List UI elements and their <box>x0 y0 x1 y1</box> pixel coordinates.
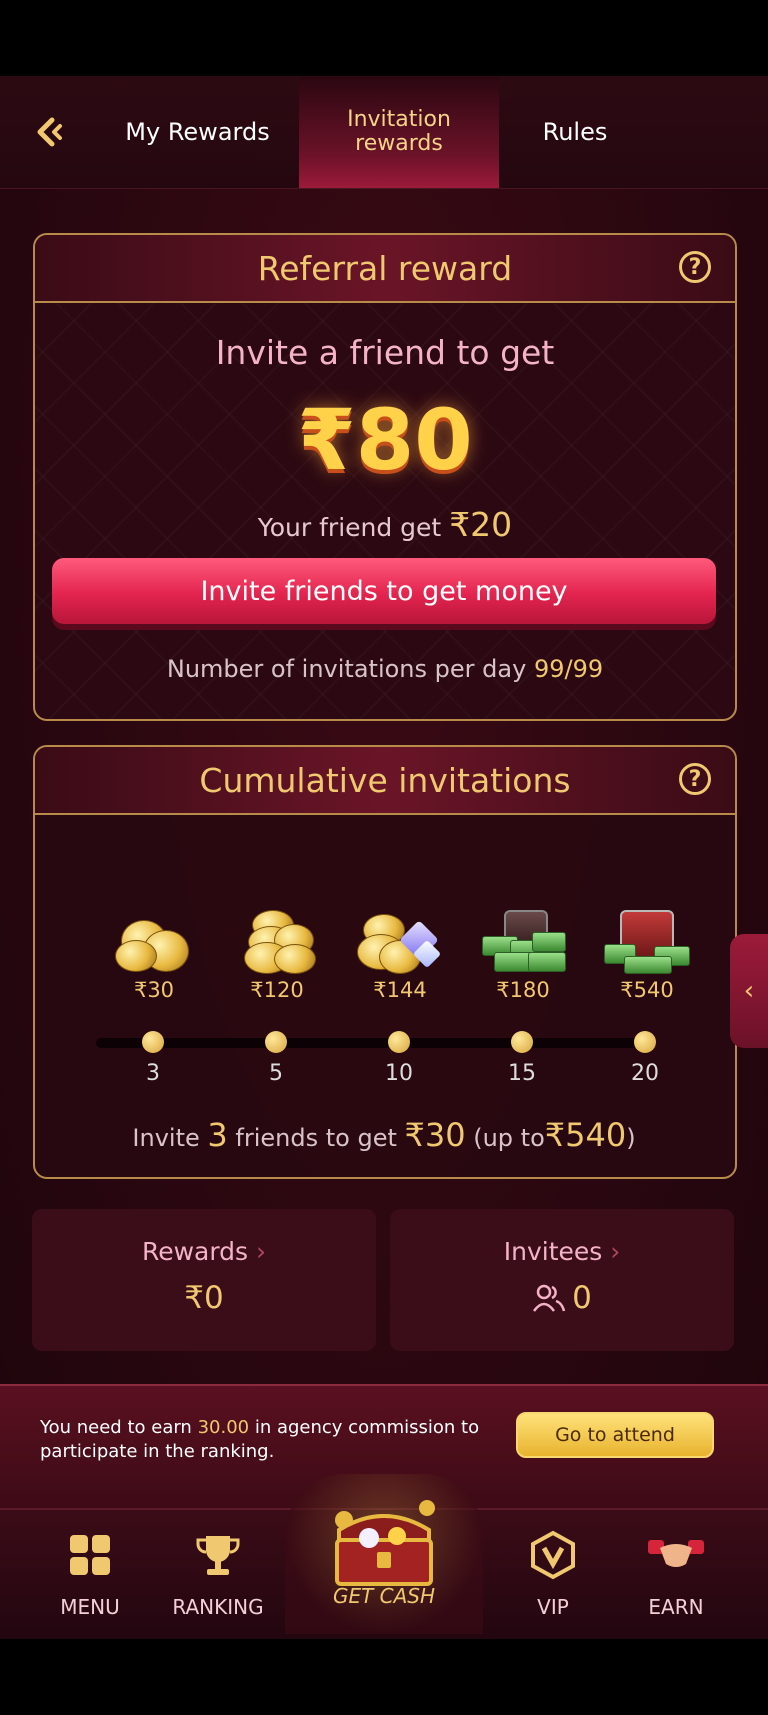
nav-ranking[interactable]: RANKING <box>158 1530 278 1619</box>
milestone-1-count: 3 <box>146 1061 160 1086</box>
cumulative-card-header: Cumulative invitations ? <box>35 747 735 815</box>
referral-card-title: Referral reward <box>257 248 513 288</box>
rewards-summary[interactable]: Rewards › ₹0 <box>32 1209 376 1351</box>
per-day-value: 99/99 <box>533 655 604 683</box>
invitees-label-row: Invitees › <box>390 1237 734 1266</box>
progress-dot-2 <box>265 1031 287 1053</box>
friend-reward-text: Your friend get ₹20 <box>35 505 735 544</box>
tab-my-rewards[interactable]: My Rewards <box>110 76 285 188</box>
friend-get-label: Your friend get <box>257 513 442 542</box>
ranking-required-amount: 30.00 <box>197 1417 250 1438</box>
nav-earn-label: EARN <box>648 1595 704 1619</box>
invitees-count: 0 <box>572 1280 592 1316</box>
invitees-summary[interactable]: Invitees › 0 <box>390 1209 734 1351</box>
footer-mid: friends to get <box>235 1124 397 1152</box>
milestone-5-reward: ₹540 <box>620 978 674 1002</box>
footer-amount: ₹30 <box>404 1116 466 1154</box>
vip-badge-icon <box>531 1530 575 1580</box>
nav-ranking-label: RANKING <box>172 1595 264 1619</box>
tab-invitation-rewards-label: Invitation rewards <box>347 107 451 156</box>
cash-pile-icon <box>480 910 566 974</box>
invite-a-friend-text: Invite a friend to get <box>215 333 555 372</box>
rewards-label-row: Rewards › <box>32 1237 376 1266</box>
progress-track <box>96 1038 656 1048</box>
milestone-2-count: 5 <box>269 1061 283 1086</box>
footer-max-amount: ₹540 <box>544 1116 627 1154</box>
coins-gems-icon <box>357 910 443 974</box>
cumulative-card-title: Cumulative invitations <box>199 760 571 800</box>
tab-rules[interactable]: Rules <box>500 76 650 188</box>
milestone-5: ₹540 <box>592 910 702 1002</box>
chevron-right-icon: › <box>602 1237 621 1266</box>
ranking-text-pre: You need to earn <box>40 1417 192 1438</box>
chevron-left-icon: ‹ <box>743 976 755 1006</box>
milestone-2: ₹120 <box>222 910 332 1002</box>
milestone-3-count: 10 <box>385 1061 413 1086</box>
footer-count: 3 <box>207 1116 228 1154</box>
nav-menu-label: MENU <box>60 1595 120 1619</box>
top-tab-bar: My Rewards Invitation rewards Rules <box>0 76 768 189</box>
chevron-right-icon: › <box>248 1237 267 1266</box>
referral-reward-card: Referral reward ? Invite a friend to get… <box>33 233 737 721</box>
friend-reward-amount: ₹20 <box>449 505 513 544</box>
rewards-label: Rewards <box>141 1237 249 1266</box>
handshake-icon <box>648 1540 704 1567</box>
milestone-1: ₹30 <box>99 910 209 1002</box>
progress-dot-5 <box>634 1031 656 1053</box>
invitees-value-row: 0 <box>390 1280 734 1316</box>
coin-stack-icon <box>234 910 320 974</box>
footer-close: ) <box>626 1124 636 1152</box>
get-cash-button[interactable]: GET CASH <box>285 1474 483 1634</box>
nav-vip-label: VIP <box>537 1595 569 1619</box>
referral-help-icon[interactable]: ? <box>679 251 711 283</box>
milestone-4: ₹180 <box>468 910 578 1002</box>
footer-invite: Invite <box>132 1124 200 1152</box>
trophy-icon <box>196 1536 240 1575</box>
invite-friends-button[interactable]: Invite friends to get money <box>52 558 716 624</box>
milestone-4-reward: ₹180 <box>496 978 550 1002</box>
get-cash-label: GET CASH <box>332 1584 436 1608</box>
milestone-2-reward: ₹120 <box>250 978 304 1002</box>
users-icon <box>533 1284 566 1312</box>
referral-reward-amount: ₹80 <box>297 391 473 489</box>
side-drawer-tab[interactable]: ‹ <box>730 934 768 1048</box>
treasure-chest-icon <box>335 1500 435 1586</box>
progress-dot-4 <box>511 1031 533 1053</box>
cumulative-footer-text: Invite 3 friends to get ₹30 (up to₹540) <box>0 1116 768 1154</box>
app-screen: My Rewards Invitation rewards Rules Refe… <box>0 76 768 1639</box>
milestone-5-count: 20 <box>631 1061 659 1086</box>
back-button[interactable] <box>28 110 72 154</box>
per-day-label: Number of invitations per day <box>166 655 527 683</box>
milestone-3: ₹144 <box>345 910 455 1002</box>
invitations-per-day: Number of invitations per day 99/99 <box>35 655 735 683</box>
progress-dot-1 <box>142 1031 164 1053</box>
footer-up-to: (up to <box>473 1124 545 1152</box>
menu-icon <box>70 1535 110 1575</box>
invitees-label: Invitees <box>503 1237 603 1266</box>
nav-vip[interactable]: VIP <box>493 1530 613 1619</box>
milestone-3-reward: ₹144 <box>373 978 427 1002</box>
nav-menu[interactable]: MENU <box>30 1530 150 1619</box>
go-to-attend-button[interactable]: Go to attend <box>516 1412 714 1458</box>
milestone-4-count: 15 <box>508 1061 536 1086</box>
nav-earn[interactable]: EARN <box>616 1530 736 1619</box>
milestone-1-reward: ₹30 <box>133 978 175 1002</box>
treasure-chest-icon <box>604 910 690 974</box>
back-arrow-icon <box>37 117 62 147</box>
tab-invitation-rewards[interactable]: Invitation rewards <box>299 76 499 188</box>
cumulative-help-icon[interactable]: ? <box>679 763 711 795</box>
referral-card-header: Referral reward ? <box>35 235 735 303</box>
coin-stack-small-icon <box>111 910 197 974</box>
ranking-requirement-text: You need to earn 30.00 in agency commiss… <box>40 1416 490 1464</box>
rewards-value: ₹0 <box>184 1280 224 1316</box>
progress-dot-3 <box>388 1031 410 1053</box>
